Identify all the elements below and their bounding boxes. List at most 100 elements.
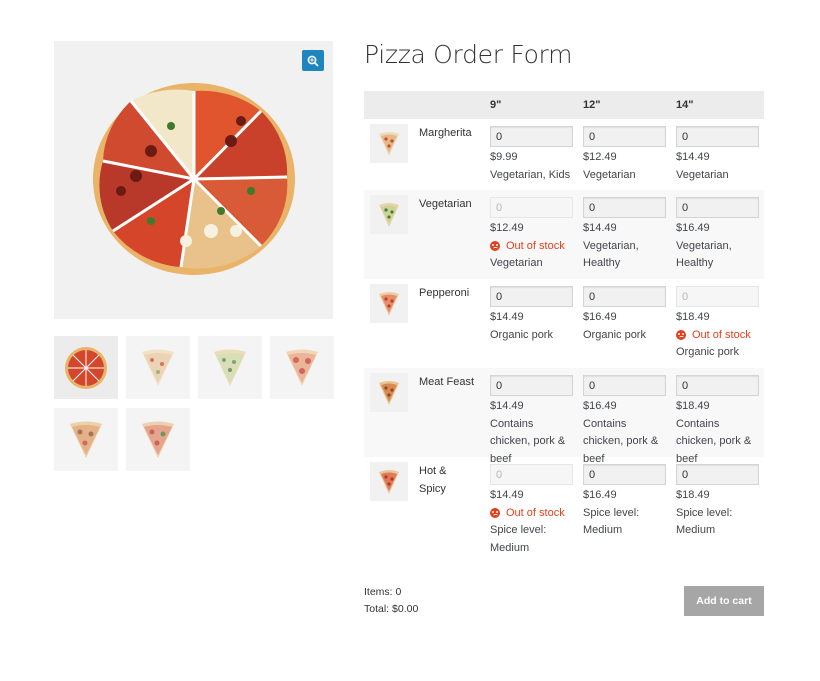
variation-description: Spice level: Medium [676, 506, 733, 537]
variation-description: Vegetarian [490, 257, 543, 269]
product-name: Pepperoni [419, 287, 470, 299]
variation-cell: $18.49Contains chicken, pork & beef [676, 375, 760, 468]
variation-description: Organic pork [676, 346, 739, 358]
variation-cell: $14.49 Out of stock Spice level: Medium [490, 464, 574, 557]
whole-pizza-image [93, 83, 295, 275]
quantity-input[interactable] [676, 197, 759, 218]
quantity-input[interactable] [583, 464, 666, 485]
product-name: Margherita [419, 127, 472, 139]
out-of-stock-notice: Out of stock [490, 505, 574, 523]
order-totals: Items: 0 Total: $0.00 [364, 584, 418, 618]
table-row: Margherita $9.99 Vegetarian, Kids $12.49 Veg… [364, 119, 764, 190]
table-row: Meat Feast $14.49Contains chicken, pork &… [364, 368, 764, 465]
variation-description: Vegetarian, Healthy [676, 239, 732, 270]
variation-price: $16.49 [676, 222, 710, 234]
thumbnail-pepperoni[interactable] [270, 336, 334, 399]
pizza-slice-icon [286, 349, 318, 386]
variation-price: $14.49 [490, 311, 524, 323]
quantity-input[interactable] [583, 126, 666, 147]
total-price: Total: $0.00 [364, 603, 419, 615]
variation-cell: $14.49 Vegetarian, Healthy [583, 197, 667, 273]
variation-description: Vegetarian, Kids [490, 168, 571, 181]
thumbnail-whole-pizza[interactable] [54, 336, 118, 399]
pizza-slice-icon [214, 349, 246, 386]
quantity-input[interactable] [676, 126, 759, 147]
quantity-input[interactable] [583, 375, 666, 396]
variation-description: Spice level: Medium [490, 524, 547, 554]
out-of-stock-label: Out of stock [506, 506, 565, 519]
variation-cell: $9.99 Vegetarian, Kids [490, 126, 574, 184]
variation-cell: $12.49 Out of stock Vegetarian [490, 197, 574, 273]
variation-price: $14.49 [490, 400, 524, 412]
pizza-slice-icon [379, 202, 399, 227]
variation-price: $9.99 [490, 151, 518, 163]
quantity-input [676, 286, 759, 307]
variation-price: $14.49 [676, 151, 710, 163]
page-title: Pizza Order Form [364, 40, 573, 69]
quantity-input[interactable] [490, 375, 573, 396]
thumbnail-margherita[interactable] [126, 336, 190, 399]
variation-cell: $14.49Contains chicken, pork & beef [490, 375, 574, 468]
variation-description: Spice level: Medium [583, 506, 640, 537]
pizza-icon [65, 346, 107, 389]
thumbnail-meat-feast[interactable] [54, 408, 118, 471]
quantity-input[interactable] [583, 197, 666, 218]
table-row: Pepperoni $14.49 Organic pork $16.49 Organic… [364, 279, 764, 368]
variation-cell: $16.49Contains chicken, pork & beef [583, 375, 667, 468]
pizza-slice-icon [142, 349, 174, 386]
variation-price: $16.49 [583, 489, 617, 501]
column-header-14: 14" [676, 99, 694, 111]
product-thumbnail[interactable] [370, 195, 408, 234]
table-row: Vegetarian$12.49Out of stockVegetarian$1… [364, 190, 764, 279]
quantity-input[interactable] [676, 464, 759, 485]
variation-price: $12.49 [583, 151, 617, 163]
variation-cell: $18.49 Spice level: Medium [676, 464, 760, 540]
quantity-input [490, 197, 573, 218]
quantity-input[interactable] [583, 286, 666, 307]
product-thumbnail[interactable] [370, 124, 408, 163]
variation-price: $14.49 [583, 222, 617, 234]
variation-cell: $18.49 Out of stock Organic pork [676, 286, 760, 362]
pizza-slice-icon [379, 469, 399, 494]
pizza-slice-icon [379, 131, 399, 156]
table-row: Hot & Spicy $14.49 Out of stock Spice level… [364, 457, 764, 560]
product-thumbnail[interactable] [370, 284, 408, 323]
product-name: Meat Feast [419, 376, 475, 388]
product-thumbnail[interactable] [370, 373, 408, 412]
quantity-input[interactable] [490, 126, 573, 147]
quantity-input[interactable] [490, 286, 573, 307]
pizza-slice-icon [379, 291, 399, 316]
quantity-input[interactable] [676, 375, 759, 396]
variation-price: $16.49 [583, 400, 617, 412]
pizza-slice-icon [70, 421, 102, 458]
variation-cell: $16.49 Organic pork [583, 286, 667, 344]
sad-face-icon [490, 508, 500, 519]
pizza-slice-icon [379, 380, 399, 405]
variation-cell: $14.49 Organic pork [490, 286, 574, 344]
sad-face-icon [490, 241, 500, 252]
out-of-stock-notice: Out of stock [490, 238, 574, 256]
out-of-stock-label: Out of stock [692, 328, 751, 341]
zoom-button[interactable] [302, 50, 324, 71]
variation-description: Organic pork [490, 328, 553, 341]
quantity-input [490, 464, 573, 485]
add-to-cart-button[interactable]: Add to cart [684, 586, 764, 616]
thumbnail-vegetarian[interactable] [198, 336, 262, 399]
variation-cell: $14.49 Vegetarian [676, 126, 760, 184]
product-name: Hot & Spicy [419, 465, 447, 495]
variation-cell: $16.49 Vegetarian, Healthy [676, 197, 760, 273]
out-of-stock-label: Out of stock [506, 239, 565, 252]
product-name: Vegetarian [419, 198, 472, 210]
sad-face-icon [676, 330, 686, 341]
column-header-9: 9" [490, 99, 502, 111]
product-thumbnail[interactable] [370, 462, 408, 501]
table-header: 9" 12" 14" [364, 91, 764, 119]
variation-price: $16.49 [583, 311, 617, 323]
variation-cell: $16.49 Spice level: Medium [583, 464, 667, 540]
magnify-plus-icon [307, 55, 319, 67]
thumbnail-hot-spicy[interactable] [126, 408, 190, 471]
variation-description: Organic pork [583, 328, 646, 341]
out-of-stock-notice: Out of stock [676, 327, 760, 345]
variation-description: Vegetarian [676, 168, 729, 181]
variation-cell: $12.49 Vegetarian [583, 126, 667, 184]
